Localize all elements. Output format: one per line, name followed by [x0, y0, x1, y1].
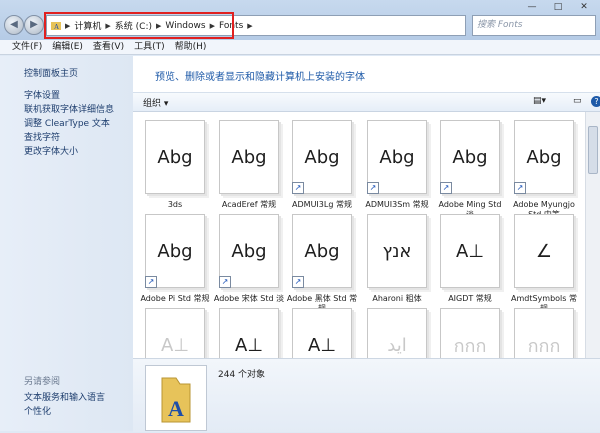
font-preview-text: A⊥	[235, 334, 263, 356]
menu-tools[interactable]: 工具(T)	[134, 40, 165, 54]
sidebar-link-online-font-info[interactable]: 联机获取字体详细信息	[24, 102, 114, 115]
font-item[interactable]: Abg ↗ Adobe 宋体 Std 淡	[213, 214, 285, 304]
main-content: 预览、删除或者显示和隐藏计算机上安装的字体 组织 ▾ ▤▾ ▭ ? Abg 3ds…	[133, 56, 600, 432]
font-preview-tile: אנץ	[367, 214, 427, 288]
menu-bar: 文件(F) 编辑(E) 查看(V) 工具(T) 帮助(H)	[0, 40, 600, 55]
font-preview-text: Abg	[231, 146, 267, 168]
font-preview-text: A⊥	[456, 240, 484, 262]
menu-file[interactable]: 文件(F)	[12, 40, 42, 54]
sidebar-link-control-panel-home[interactable]: 控制面板主页	[24, 66, 78, 79]
menu-help[interactable]: 帮助(H)	[175, 40, 207, 54]
font-preview-text: Abg	[304, 146, 340, 168]
maximize-button[interactable]: □	[546, 0, 570, 16]
font-preview-tile: Abg ↗	[367, 120, 427, 194]
shortcut-arrow-icon: ↗	[440, 182, 452, 194]
sidebar-link-font-size[interactable]: 更改字体大小	[24, 144, 78, 157]
sidebar-link-text-services[interactable]: 文本服务和输入语言	[24, 390, 105, 403]
shortcut-arrow-icon: ↗	[292, 276, 304, 288]
sidebar-link-personalize[interactable]: 个性化	[24, 404, 51, 417]
shortcut-arrow-icon: ↗	[292, 182, 304, 194]
forward-button[interactable]: ▶	[24, 15, 44, 35]
font-preview-text: ايد	[387, 334, 407, 356]
font-item[interactable]: אנץ Aharoni 粗体	[361, 214, 433, 304]
font-label: ADMUI3Sm 常规	[365, 200, 429, 209]
sidebar-link-font-settings[interactable]: 字体设置	[24, 88, 60, 101]
font-item[interactable]: Abg ↗ Adobe Pi Std 常规	[139, 214, 211, 304]
font-preview-tile: Abg ↗	[292, 120, 352, 194]
font-preview-text: Abg	[304, 240, 340, 262]
font-preview-text: Abg	[526, 146, 562, 168]
shortcut-arrow-icon: ↗	[145, 276, 157, 288]
font-label: AIGDT 常规	[448, 294, 492, 303]
font-item[interactable]: Abg↗Adobe Ming Std 淡	[434, 120, 506, 220]
close-button[interactable]: ✕	[572, 0, 596, 16]
object-count: 244 个对象	[218, 370, 266, 380]
details-pane: A 244 个对象	[133, 358, 600, 432]
font-label: AcadEref 常规	[221, 200, 277, 209]
font-preview-text: A⊥	[308, 334, 336, 356]
font-item[interactable]: Abg ↗ ADMUI3Sm 常规	[361, 120, 433, 210]
font-label: Adobe Pi Std 常规	[140, 294, 210, 303]
font-grid: Abg 3ds Abg AcadEref 常规 Abg ↗ ADMUI3Lg 常规 Abg ↗ A…	[133, 112, 585, 368]
font-item[interactable]: Abg↗Adobe Myungjo Std 中等	[508, 120, 580, 220]
menu-view[interactable]: 查看(V)	[93, 40, 124, 54]
shortcut-arrow-icon: ↗	[367, 182, 379, 194]
font-label: 3ds	[167, 200, 183, 209]
font-preview-text: A⊥	[161, 334, 189, 356]
details-thumbnail: A	[145, 365, 207, 431]
view-options-icon[interactable]: ▤▾	[533, 96, 546, 106]
see-also-heading: 另请参阅	[24, 377, 61, 387]
font-item[interactable]: Abg 3ds	[139, 116, 211, 210]
shortcut-arrow-icon: ↗	[514, 182, 526, 194]
font-preview-tile: Abg ↗	[292, 214, 352, 288]
font-preview-text: Abg	[157, 240, 193, 262]
font-preview-tile: Abg	[141, 116, 205, 194]
font-preview-text: Abg	[231, 240, 267, 262]
font-item[interactable]: Abg AcadEref 常规	[213, 120, 285, 210]
shortcut-arrow-icon: ↗	[219, 276, 231, 288]
font-preview-text: กกก	[527, 335, 561, 357]
font-preview-text: Abg	[379, 146, 415, 168]
vertical-scrollbar[interactable]	[585, 112, 600, 368]
font-label: ADMUI3Lg 常规	[292, 200, 352, 209]
font-preview-tile: Abg ↗	[440, 120, 500, 194]
font-item[interactable]: A⊥ AIGDT 常规	[434, 214, 506, 304]
font-preview-tile: Abg	[219, 120, 279, 194]
address-highlight	[44, 12, 234, 39]
command-toolbar: 组织 ▾ ▤▾ ▭ ?	[133, 92, 600, 112]
menu-edit[interactable]: 编辑(E)	[52, 40, 83, 54]
back-arrow-icon: ◀	[10, 19, 18, 30]
sidebar-link-find-character[interactable]: 查找字符	[24, 130, 60, 143]
font-preview-tile: A⊥	[440, 214, 500, 288]
breadcrumb-separator[interactable]: ▶	[247, 22, 252, 30]
minimize-button[interactable]: —	[520, 0, 544, 16]
back-button[interactable]: ◀	[4, 15, 24, 35]
font-preview-tile: ∠	[514, 214, 574, 288]
fonts-folder-large-icon: A	[161, 377, 191, 423]
font-preview-text: Abg	[452, 146, 488, 168]
font-preview-text: אנץ	[382, 240, 412, 262]
font-item[interactable]: Abg ↗ ADMUI3Lg 常规	[286, 120, 358, 210]
help-icon[interactable]: ?	[591, 96, 600, 107]
font-item[interactable]: ∠AmdtSymbols 常规	[508, 214, 580, 314]
scrollbar-thumb[interactable]	[588, 126, 598, 174]
search-input[interactable]: 搜索 Fonts	[472, 15, 596, 36]
organize-button[interactable]: 组织 ▾	[143, 96, 168, 109]
font-preview-tile: Abg ↗	[514, 120, 574, 194]
font-label: Adobe 宋体 Std 淡	[213, 294, 285, 303]
forward-arrow-icon: ▶	[30, 19, 38, 30]
title-bar: — □ ✕ ◀ ▶ A ▶ 计算机 ▶ 系统 (C:) ▶ Windows ▶ …	[0, 0, 600, 40]
font-preview-text: ∠	[535, 240, 553, 262]
font-preview-text: Abg	[157, 146, 193, 168]
font-label: Aharoni 粗体	[372, 294, 422, 303]
font-preview-tile: Abg ↗	[219, 214, 279, 288]
font-item[interactable]: Abg↗Adobe 黑体 Std 常规	[286, 214, 358, 314]
page-title: 预览、删除或者显示和隐藏计算机上安装的字体	[155, 72, 365, 83]
preview-pane-icon[interactable]: ▭	[573, 96, 582, 106]
sidebar-link-cleartype[interactable]: 调整 ClearType 文本	[24, 116, 110, 129]
font-preview-tile: Abg ↗	[145, 214, 205, 288]
sidebar: 控制面板主页 字体设置 联机获取字体详细信息 调整 ClearType 文本 查…	[0, 56, 133, 431]
svg-text:A: A	[168, 396, 184, 421]
font-preview-text: กกก	[453, 335, 487, 357]
